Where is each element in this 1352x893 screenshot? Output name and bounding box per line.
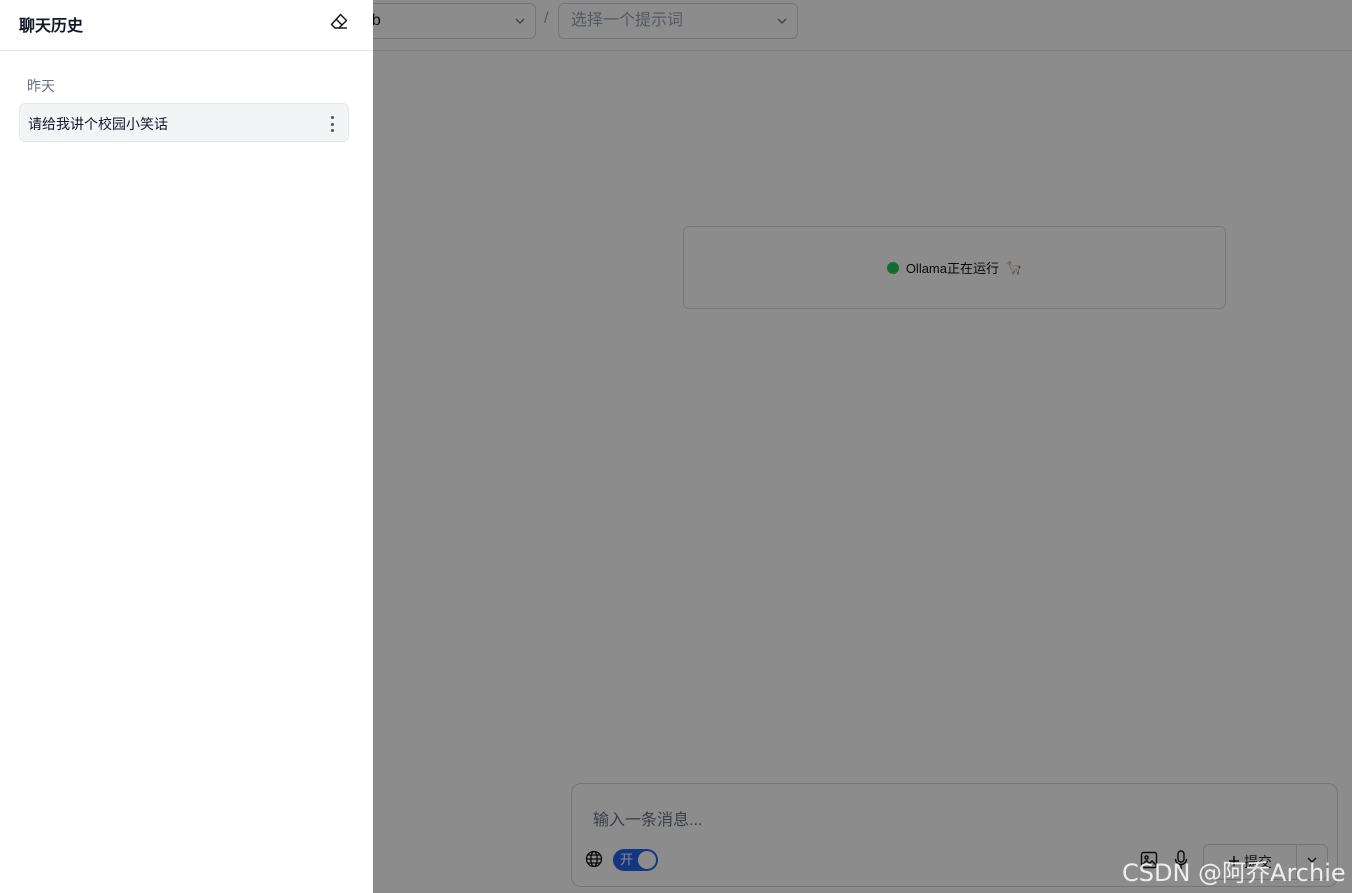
drawer-title: 聊天历史 <box>19 18 84 35</box>
drawer-header: 聊天历史 <box>0 0 373 51</box>
watermark: CSDN @阿乔Archie <box>1122 859 1346 887</box>
history-group-label: 昨天 <box>27 78 55 94</box>
history-item-title: 请给我讲个校园小笑话 <box>28 116 168 132</box>
eraser-icon[interactable] <box>329 12 349 32</box>
more-vertical-icon[interactable] <box>326 116 338 132</box>
history-item[interactable]: 请给我讲个校园小笑话 <box>19 103 349 142</box>
chat-history-drawer: 聊天历史 昨天 请给我讲个校园小笑话 <box>0 0 373 893</box>
